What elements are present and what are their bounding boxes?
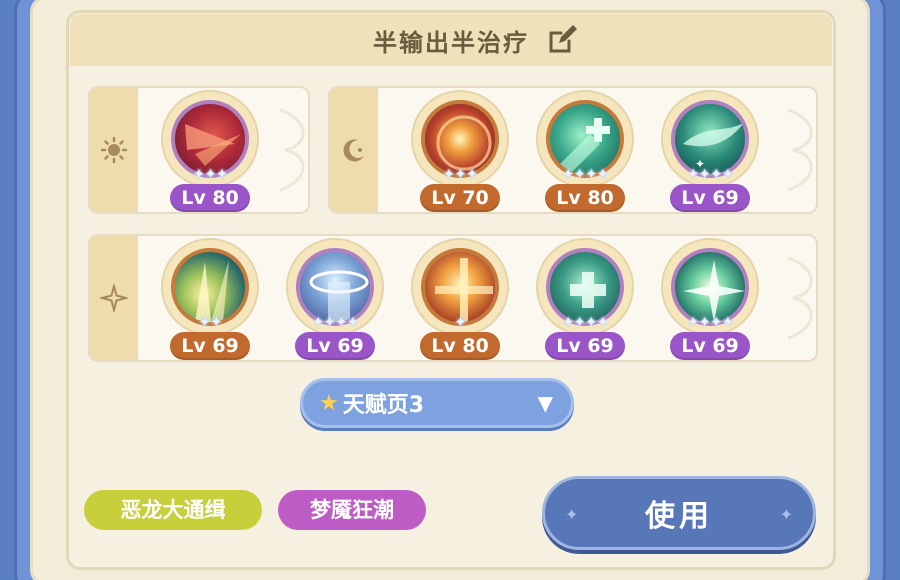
- skill-stars: ✦✦✦✦: [561, 165, 609, 183]
- skill-stars: ✦✦✦✦: [561, 313, 609, 331]
- edit-title-button[interactable]: [546, 24, 578, 56]
- skill-slot[interactable]: ✦✦✦ Lv 80: [160, 92, 260, 222]
- decor-swirl: [787, 256, 813, 340]
- sparkle-decor-icon: ✦: [565, 505, 579, 524]
- use-button[interactable]: ✦ 使用 ✦: [542, 476, 816, 550]
- skill-stars: ✦: [454, 313, 467, 331]
- moon-icon: [343, 139, 364, 162]
- skill-level: Lv 80: [545, 184, 625, 212]
- skill-level: Lv 80: [420, 332, 500, 360]
- skill-level: Lv 80: [170, 184, 250, 212]
- skill-slot[interactable]: ✦✦✦✦ Lv 69: [535, 240, 635, 370]
- skill-level: Lv 69: [670, 184, 750, 212]
- skill-slot[interactable]: ✦✦✦ Lv 70: [410, 92, 510, 222]
- row-tab-sun: [90, 88, 138, 212]
- decor-swirl: [787, 108, 813, 192]
- skill-stars: ✦✦✦: [442, 165, 479, 183]
- mode-tag: 梦魇狂潮: [278, 490, 426, 530]
- row-tab-moon: [330, 88, 378, 212]
- skill-stars: ✦✦✦✦: [311, 313, 359, 331]
- skill-level: Lv 69: [295, 332, 375, 360]
- skill-level: Lv 69: [545, 332, 625, 360]
- chevron-down-icon: ▼: [537, 391, 553, 415]
- title-bar: 半输出半治疗: [70, 14, 832, 66]
- loadout-title: 半输出半治疗: [373, 28, 529, 57]
- skill-level: Lv 69: [670, 332, 750, 360]
- skill-slot[interactable]: ✦✦ Lv 69: [160, 240, 260, 370]
- sparkle-decor-icon: ✦: [779, 505, 793, 524]
- use-button-label: 使用: [645, 499, 713, 534]
- decor-swirl: [279, 108, 305, 192]
- skill-stars: ✦✦✦: [192, 165, 229, 183]
- skill-slot[interactable]: ✦✦✦✦ Lv 80: [535, 92, 635, 222]
- row-tab-sparkle: [90, 236, 138, 360]
- skill-slot[interactable]: ✦✦✦✦ Lv 69: [285, 240, 385, 370]
- skill-stars: ✦✦✦✦: [686, 313, 734, 331]
- skill-slot[interactable]: ✦✦✦✦ Lv 69: [660, 240, 760, 370]
- mode-tag: 恶龙大通缉: [84, 490, 262, 530]
- skill-slot[interactable]: ✦ ✦✦✦✦ Lv 69: [660, 92, 760, 222]
- sun-icon: [100, 136, 128, 164]
- skill-level: Lv 69: [170, 332, 250, 360]
- skill-slot[interactable]: ✦ Lv 80: [410, 240, 510, 370]
- edit-icon: [549, 25, 577, 53]
- star-icon: ★: [319, 390, 339, 416]
- talent-page-label: 天赋页3: [342, 393, 425, 418]
- skill-level: Lv 70: [420, 184, 500, 212]
- skill-stars: ✦✦✦✦: [686, 165, 734, 183]
- sparkle-icon: [100, 284, 128, 312]
- skill-stars: ✦✦: [198, 313, 222, 331]
- talent-page-dropdown[interactable]: ★ 天赋页3 ▼: [300, 378, 574, 428]
